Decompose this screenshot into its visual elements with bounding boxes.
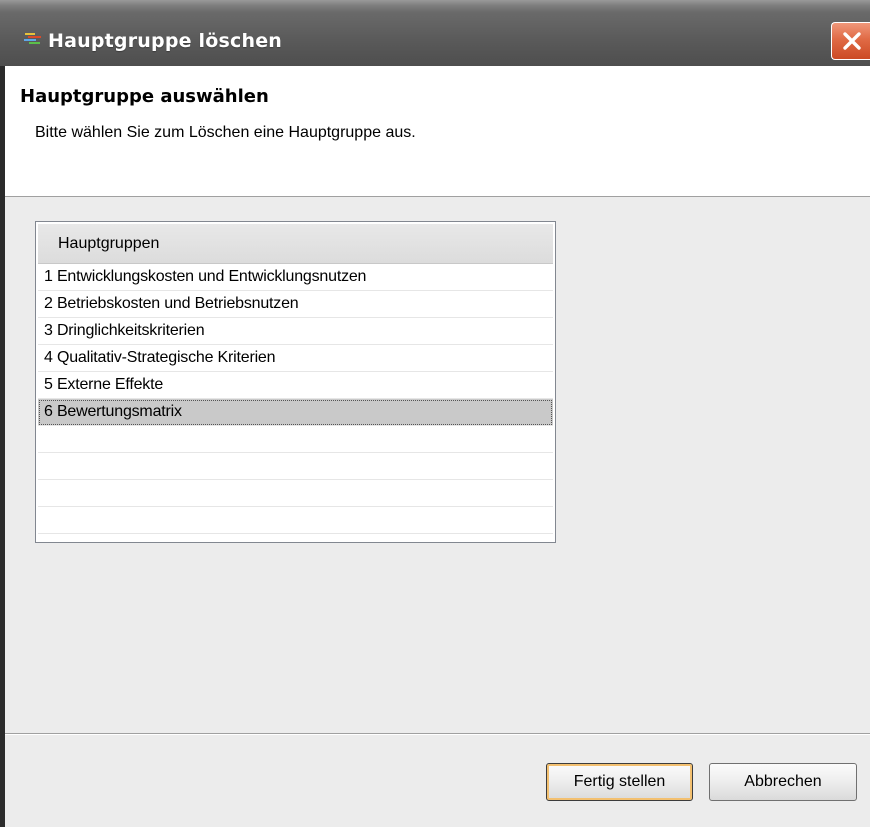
wizard-header: Hauptgruppe auswählen Bitte wählen Sie z…: [5, 66, 870, 197]
title-bar[interactable]: Hauptgruppe löschen: [0, 0, 870, 66]
list-item-label: 3 Dringlichkeitskriterien: [44, 322, 205, 339]
list-item-label: 2 Betriebskosten und Betriebsnutzen: [44, 295, 299, 312]
list-item[interactable]: 2 Betriebskosten und Betriebsnutzen: [38, 291, 553, 318]
dialog-window: Hauptgruppe löschen Hauptgruppe auswähle…: [0, 0, 870, 827]
finish-button[interactable]: Fertig stellen: [546, 763, 693, 801]
column-header-label: Hauptgruppen: [58, 235, 160, 252]
list-item-label: 5 Externe Effekte: [44, 376, 164, 393]
list-item[interactable]: 4 Qualitativ-Strategische Kriterien: [38, 345, 553, 372]
list-item-selected[interactable]: 6 Bewertungsmatrix: [38, 399, 553, 426]
list-item[interactable]: 3 Dringlichkeitskriterien: [38, 318, 553, 345]
cancel-button[interactable]: Abbrechen: [709, 763, 857, 801]
column-header-main-groups[interactable]: Hauptgruppen: [38, 224, 553, 264]
page-description: Bitte wählen Sie zum Löschen eine Hauptg…: [35, 124, 416, 141]
list-item-label: 6 Bewertungsmatrix: [44, 403, 182, 420]
empty-row: [38, 453, 553, 480]
content-area: Hauptgruppen 1 Entwicklungskosten und En…: [5, 197, 870, 733]
window-title: Hauptgruppe löschen: [48, 30, 283, 52]
empty-row: [38, 480, 553, 507]
close-icon: [843, 32, 861, 50]
empty-row: [38, 507, 553, 534]
list-item[interactable]: 5 Externe Effekte: [38, 372, 553, 399]
page-title: Hauptgruppe auswählen: [20, 86, 269, 107]
button-bar: Fertig stellen Abbrechen: [5, 735, 870, 827]
list-rows: 1 Entwicklungskosten und Entwicklungsnut…: [38, 264, 553, 534]
app-icon: [24, 33, 41, 44]
close-button[interactable]: [831, 22, 870, 60]
main-group-list[interactable]: Hauptgruppen 1 Entwicklungskosten und En…: [35, 221, 556, 543]
list-item-label: 1 Entwicklungskosten und Entwicklungsnut…: [44, 268, 367, 285]
list-item[interactable]: 1 Entwicklungskosten und Entwicklungsnut…: [38, 264, 553, 291]
empty-row: [38, 426, 553, 453]
list-item-label: 4 Qualitativ-Strategische Kriterien: [44, 349, 276, 366]
